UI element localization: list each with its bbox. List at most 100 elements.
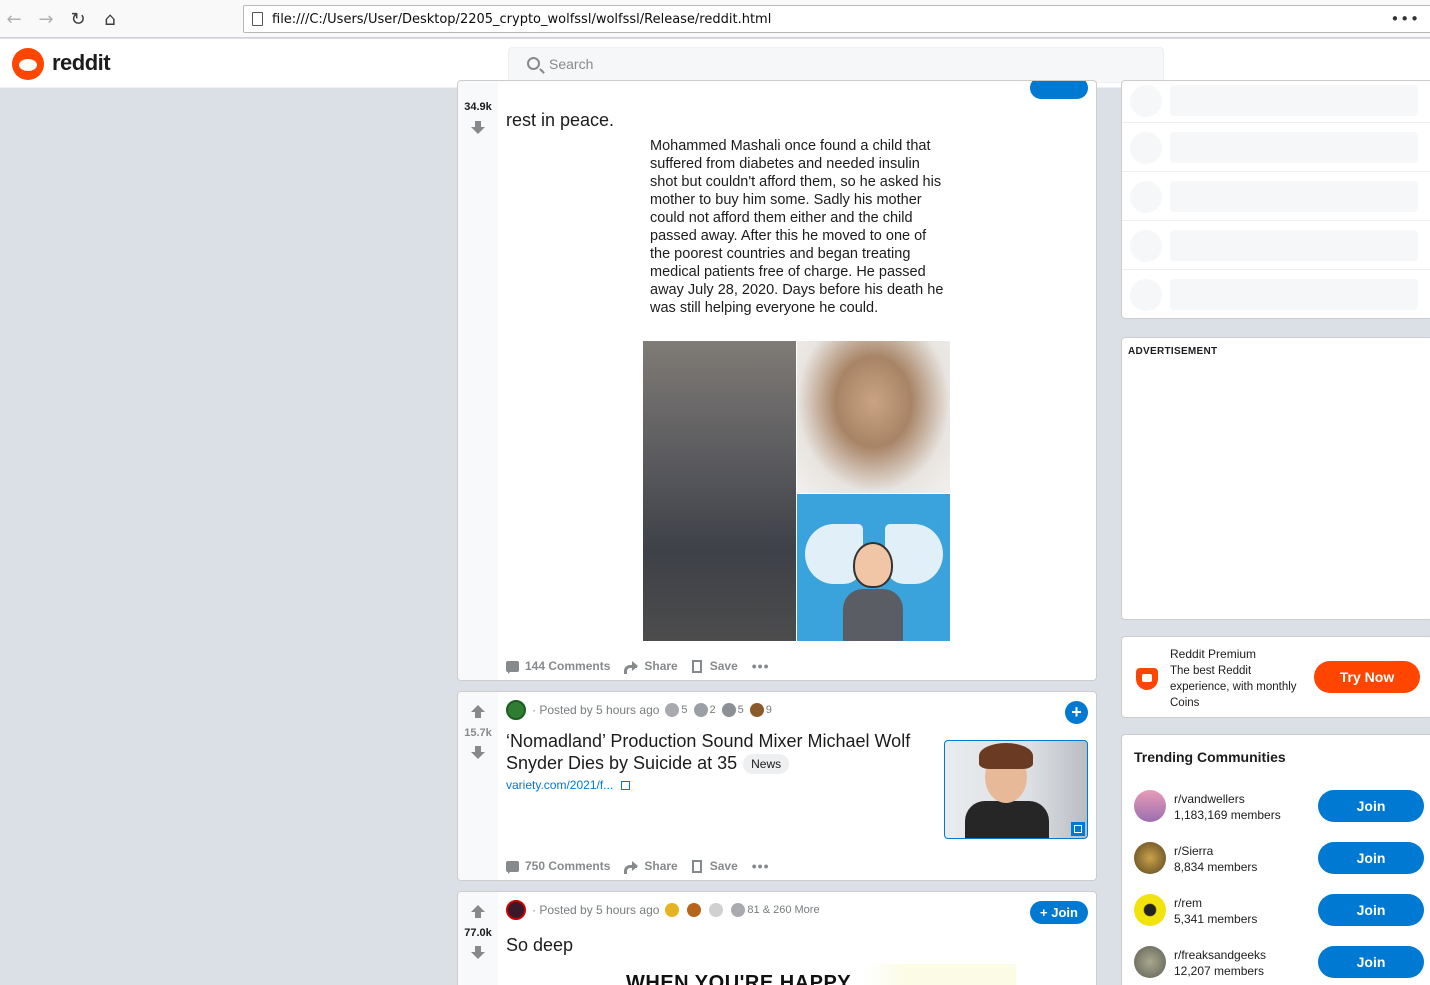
search-input[interactable] xyxy=(549,56,1049,72)
downvote-icon[interactable] xyxy=(471,946,485,960)
community-avatar[interactable] xyxy=(1134,946,1166,978)
url-bar[interactable]: file:///C:/Users/User/Desktop/2205_crypt… xyxy=(243,5,1430,33)
post-title[interactable]: rest in peace. xyxy=(506,109,614,131)
home-icon[interactable]: ⌂ xyxy=(99,8,121,30)
vote-column: 15.7k xyxy=(458,692,498,880)
silver-award-icon[interactable] xyxy=(665,703,680,717)
community-item[interactable]: r/vandwellers 1,183,169 members Join xyxy=(1122,790,1430,842)
bear-award-icon[interactable] xyxy=(749,703,764,717)
subreddit-avatar[interactable] xyxy=(506,900,526,920)
skeleton-row xyxy=(1122,221,1430,270)
community-avatar[interactable] xyxy=(1134,894,1166,926)
post-image[interactable]: WHEN YOU'RE HAPPY xyxy=(576,964,1016,985)
browser-toolbar: ← → ↻ ⌂ file:///C:/Users/User/Desktop/22… xyxy=(0,0,1430,38)
illustration-angel xyxy=(797,494,950,641)
community-avatar[interactable] xyxy=(1134,842,1166,874)
premium-card: Reddit Premium The best Reddit experienc… xyxy=(1121,636,1430,718)
community-members: 12,207 members xyxy=(1174,964,1265,978)
community-name[interactable]: r/vandwellers xyxy=(1174,792,1245,806)
upvote-icon[interactable] xyxy=(471,705,485,719)
advertisement-label: ADVERTISEMENT xyxy=(1128,346,1218,357)
join-button[interactable]: Join xyxy=(1318,946,1424,978)
skeleton-row xyxy=(1122,81,1430,123)
post-thumbnail[interactable] xyxy=(944,740,1088,839)
external-link-icon xyxy=(1071,822,1085,836)
community-avatar[interactable] xyxy=(1134,790,1166,822)
join-button[interactable] xyxy=(1030,81,1088,99)
community-members: 1,183,169 members xyxy=(1174,808,1281,822)
burger-award-icon[interactable] xyxy=(687,903,702,917)
community-item[interactable]: r/Sierra 8,834 members Join xyxy=(1122,842,1430,894)
posted-by[interactable]: · Posted by 5 hours ago xyxy=(532,703,659,717)
post-card[interactable]: 34.9k rest in peace. Mohammed Mashali on… xyxy=(457,80,1097,681)
silver-award-icon[interactable] xyxy=(731,903,746,917)
community-item[interactable]: r/freaksandgeeks 12,207 members Join xyxy=(1122,946,1430,985)
community-item[interactable]: r/rem 5,341 members Join xyxy=(1122,894,1430,946)
join-button[interactable]: Join xyxy=(1318,790,1424,822)
comment-icon xyxy=(506,660,519,674)
image-caption: Mohammed Mashali once found a child that… xyxy=(650,138,944,316)
post-card[interactable]: 77.0k · Posted by 5 hours ago 81 & 260 M… xyxy=(457,891,1097,985)
search-box[interactable] xyxy=(508,47,1164,83)
share-button[interactable]: Share xyxy=(624,659,678,674)
skeleton-row xyxy=(1122,123,1430,172)
post-flair[interactable]: News xyxy=(743,754,790,775)
reddit-logo-icon[interactable] xyxy=(12,48,44,80)
upvote-icon[interactable] xyxy=(471,905,485,919)
post-title[interactable]: So deep xyxy=(506,934,573,956)
shield-icon xyxy=(1136,668,1158,690)
image-caption: WHEN YOU'RE HAPPY xyxy=(626,972,852,985)
post-meta: · Posted by 5 hours ago 5 2 5 9 xyxy=(506,700,772,720)
try-now-button[interactable]: Try Now xyxy=(1314,661,1420,693)
vote-column: 77.0k xyxy=(458,892,498,985)
post-title[interactable]: ‘Nomadland’ Production Sound Mixer Micha… xyxy=(506,730,926,775)
downvote-icon[interactable] xyxy=(471,121,485,135)
post-actions: 750 Comments Share Save ••• xyxy=(506,858,769,874)
page-icon xyxy=(252,12,263,26)
post-meta: · Posted by 5 hours ago 81 & 260 More xyxy=(506,900,820,920)
f-award-icon[interactable] xyxy=(709,903,724,917)
reload-icon[interactable]: ↻ xyxy=(67,8,89,30)
helpful-award-icon[interactable] xyxy=(693,703,708,717)
more-options-icon[interactable]: ••• xyxy=(752,858,770,874)
page-actions-icon[interactable]: ••• xyxy=(1390,10,1420,28)
posted-by[interactable]: · Posted by 5 hours ago xyxy=(532,903,659,917)
premium-title: Reddit Premium xyxy=(1170,647,1257,661)
forward-icon[interactable]: → xyxy=(35,8,57,30)
vote-score: 34.9k xyxy=(464,101,492,113)
vote-score: 77.0k xyxy=(464,927,492,939)
community-members: 8,834 members xyxy=(1174,860,1258,874)
comments-button[interactable]: 750 Comments xyxy=(506,859,610,874)
gold-award-icon[interactable] xyxy=(665,903,680,917)
share-button[interactable]: Share xyxy=(624,859,678,874)
skeleton-row xyxy=(1122,270,1430,319)
skeleton-row xyxy=(1122,172,1430,221)
comments-button[interactable]: 144 Comments xyxy=(506,659,610,674)
save-button[interactable]: Save xyxy=(691,659,738,673)
photo-portrait xyxy=(797,341,950,493)
community-name[interactable]: r/freaksandgeeks xyxy=(1174,948,1266,962)
post-actions: 144 Comments Share Save ••• xyxy=(506,658,769,674)
back-icon[interactable]: ← xyxy=(3,8,25,30)
bookmark-icon xyxy=(691,859,702,873)
post-card[interactable]: 15.7k · Posted by 5 hours ago 5 2 5 9 + … xyxy=(457,691,1097,881)
external-link[interactable]: variety.com/2021/f... xyxy=(506,778,631,792)
reddit-logo-text[interactable]: reddit xyxy=(52,50,111,76)
photo-walking xyxy=(643,341,796,641)
community-name[interactable]: r/Sierra xyxy=(1174,844,1213,858)
save-button[interactable]: Save xyxy=(691,859,738,873)
join-plus-button[interactable]: + xyxy=(1065,701,1088,724)
wholesome-award-icon[interactable] xyxy=(721,703,736,717)
external-link-icon xyxy=(621,780,631,790)
subreddit-avatar[interactable] xyxy=(506,700,526,720)
more-options-icon[interactable]: ••• xyxy=(752,658,770,674)
comment-icon xyxy=(506,860,519,874)
vote-column: 34.9k xyxy=(458,81,498,680)
downvote-icon[interactable] xyxy=(471,746,485,760)
join-button[interactable]: Join xyxy=(1318,842,1424,874)
loading-card xyxy=(1121,80,1430,319)
trending-title: Trending Communities xyxy=(1134,749,1286,765)
join-button[interactable]: Join xyxy=(1318,894,1424,926)
join-button[interactable]: + Join xyxy=(1030,901,1088,924)
community-name[interactable]: r/rem xyxy=(1174,896,1202,910)
